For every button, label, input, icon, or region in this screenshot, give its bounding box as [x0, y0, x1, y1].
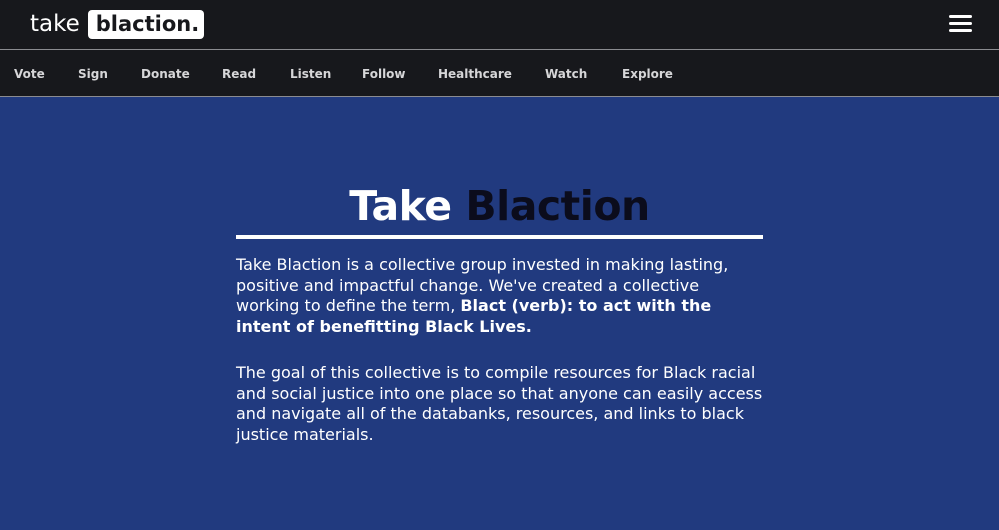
nav-sign[interactable]: Sign	[78, 50, 108, 96]
site-logo[interactable]: take blaction.	[30, 9, 205, 39]
title-take: Take	[349, 182, 452, 230]
logo-badge: blaction.	[87, 9, 205, 39]
top-header: take blaction.	[0, 0, 999, 50]
menu-bar	[949, 29, 972, 32]
goal-paragraph: The goal of this collective is to compil…	[236, 362, 763, 444]
title-blaction: Blaction	[465, 182, 650, 230]
nav-explore[interactable]: Explore	[622, 50, 673, 96]
nav-vote[interactable]: Vote	[14, 50, 45, 96]
main-nav: Vote Sign Donate Read Listen Follow Heal…	[0, 50, 999, 97]
page-title: Take Blaction	[236, 180, 763, 232]
intro-paragraph: Take Blaction is a collective group inve…	[236, 255, 763, 338]
menu-bar	[949, 15, 972, 18]
nav-donate[interactable]: Donate	[141, 50, 190, 96]
intro-section: Take Blaction Take Blaction is a collect…	[236, 180, 763, 446]
hamburger-menu-icon[interactable]	[949, 15, 972, 33]
nav-follow[interactable]: Follow	[362, 50, 406, 96]
menu-bar	[949, 22, 972, 25]
nav-healthcare[interactable]: Healthcare	[438, 50, 512, 96]
nav-watch[interactable]: Watch	[545, 50, 587, 96]
nav-listen[interactable]: Listen	[290, 50, 331, 96]
logo-word: take	[30, 11, 80, 37]
nav-read[interactable]: Read	[222, 50, 256, 96]
title-underline	[236, 235, 763, 239]
